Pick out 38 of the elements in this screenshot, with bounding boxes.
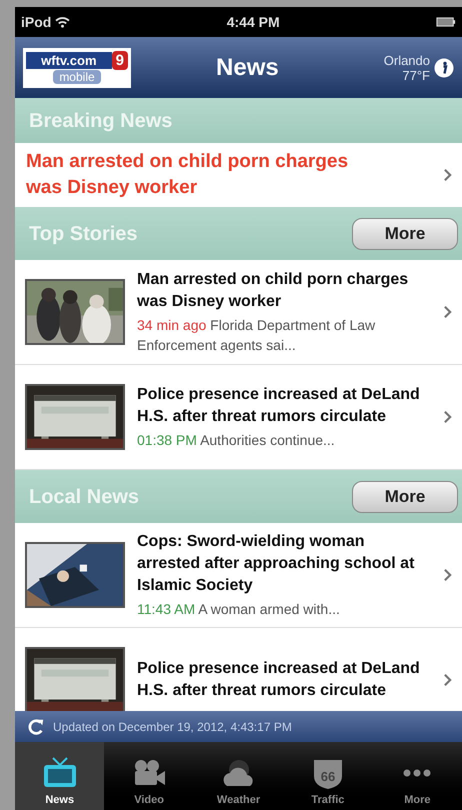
story-summary: 11:43 AM A woman armed with... [137,600,341,619]
more-button[interactable]: More [352,480,458,512]
chevron-icon [443,305,452,319]
more-button[interactable]: More [352,218,458,250]
tab[interactable]: 66 Traffic [283,742,373,810]
tab[interactable]: Video [104,742,194,810]
breaking-headline: Man arrested on child porn charges was Disney worker [26,150,350,200]
logo-site: wftv.com [26,52,112,69]
chevron-icon [443,673,452,687]
tab[interactable]: More [372,742,462,810]
story-headline: Man arrested on child porn charges was Disney worker [137,270,410,312]
story-summary: 34 min ago Florida Department of Law Enforcement agents sai... [137,316,376,355]
logo-channel: 9 [112,51,128,70]
info-icon[interactable] [434,58,454,78]
chevron-icon [443,168,452,182]
chevron-icon [443,410,452,424]
update-text: Updated on December 19, 2012, 4:43:17 PM [53,718,292,736]
section-title: Local News [29,484,140,510]
carrier-label: iPod [21,12,52,32]
wifi-icon [55,16,70,28]
tab[interactable]: News [15,742,104,810]
story-summary: 01:38 PM Authorities continue... [137,431,336,450]
story-headline: Police presence increased at DeLand H.S. after threat rumors circulate [137,659,421,701]
page-title: News [216,52,279,82]
tab[interactable]: Weather [194,742,284,810]
logo-subtitle: mobile [53,70,101,84]
weather-city: Orlando [384,52,430,68]
chevron-icon [443,568,452,582]
weather-temperature: 77°F [402,68,430,82]
more-icon [403,768,432,776]
section-title: Top Stories [29,222,138,246]
story-headline: Police presence increased at DeLand H.S. after threat rumors circulate [137,385,421,427]
battery-icon [436,17,456,27]
section-title: Breaking News [29,108,172,134]
story-headline: Cops: Sword-wielding woman arrested after approaching school at Islamic Society [137,532,416,596]
refresh-icon[interactable] [27,718,45,736]
status-time: 4:44 PM [226,12,280,32]
tv-icon [42,756,78,790]
